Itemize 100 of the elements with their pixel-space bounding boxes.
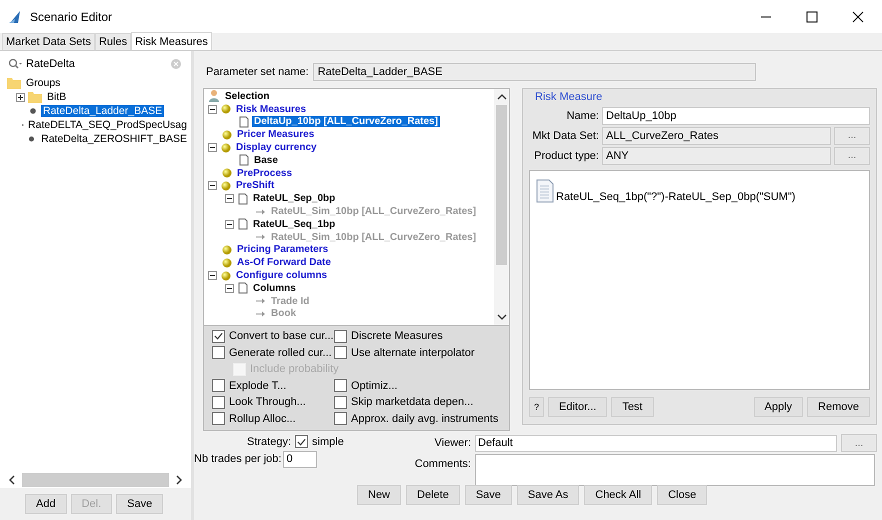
arrow-icon	[256, 233, 266, 242]
tree-item[interactable]: As-Of Forward Date	[235, 257, 333, 268]
tree-item[interactable]: Display currency	[234, 142, 319, 154]
tree-item[interactable]: Risk Measures	[234, 104, 308, 115]
option-checkbox[interactable]: Discrete Measures	[334, 330, 443, 343]
panel-button[interactable]: Test	[611, 397, 654, 417]
option-checkbox[interactable]: Optimiz...	[334, 379, 398, 392]
collapse-icon[interactable]	[208, 104, 217, 114]
collapse-icon[interactable]	[225, 194, 234, 204]
parameter-set-field[interactable]: RateDelta_Ladder_BASE	[312, 63, 756, 81]
option-checkbox[interactable]: Use alternate interpolator	[334, 346, 475, 360]
option-checkbox[interactable]: Convert to base cur...	[212, 330, 334, 343]
ball-icon	[221, 270, 231, 281]
option-checkbox[interactable]: Explode T...	[212, 379, 334, 392]
input-field[interactable]: ALL_CurveZero_Rates	[602, 126, 831, 144]
input-field[interactable]: DeltaUp_10bp	[602, 106, 870, 124]
document-icon	[238, 192, 248, 205]
panel-title: Risk Measure	[535, 91, 604, 103]
field-label: Product type:	[533, 150, 599, 162]
ball-icon	[221, 104, 231, 114]
window-title: Scenario Editor	[30, 10, 112, 24]
dialog-button[interactable]: Close	[657, 485, 708, 505]
field-label: Parameter set name:	[206, 66, 309, 78]
collapse-icon[interactable]	[225, 220, 234, 229]
scrollbar-thumb[interactable]	[22, 473, 169, 487]
scrollbar-thumb[interactable]	[496, 105, 507, 265]
option-checkbox[interactable]: Approx. daily avg. instruments	[334, 412, 498, 426]
ball-icon	[222, 130, 232, 140]
tree-item[interactable]: PreShift	[234, 180, 276, 192]
tab[interactable]: Risk Measures	[131, 32, 212, 50]
field-label: Comments:	[414, 458, 471, 472]
field-label: Name:	[566, 110, 599, 122]
dialog-button[interactable]: Check All	[584, 485, 652, 505]
tree-item[interactable]: Columns	[251, 282, 298, 294]
browse-button[interactable]: ...	[841, 434, 877, 452]
user-icon	[208, 89, 220, 104]
input-field[interactable]: Default	[475, 434, 837, 452]
option-checkbox[interactable]: Look Through...	[212, 396, 334, 409]
tree-item[interactable]: BitB	[45, 91, 68, 103]
collapse-icon[interactable]	[208, 271, 217, 280]
tree-item[interactable]: RateDELTA_SEQ_ProdSpecUsag	[26, 119, 189, 131]
input-field[interactable]: 0	[283, 450, 318, 468]
field-label: Viewer:	[434, 437, 471, 449]
panel-button[interactable]: ?	[529, 397, 544, 417]
scroll-down-icon[interactable]	[496, 313, 506, 321]
ball-icon	[222, 168, 232, 178]
dialog-button[interactable]: Save	[464, 485, 512, 505]
expand-icon[interactable]	[16, 92, 25, 102]
panel-button[interactable]: Remove	[807, 397, 870, 417]
tree-item[interactable]: RateUL_Seq_1bp	[251, 218, 338, 230]
tab[interactable]: Market Data Sets	[2, 33, 95, 50]
tree-item[interactable]: Configure columns	[234, 270, 330, 282]
tree-item[interactable]: Base	[252, 154, 280, 166]
formula-text: RateUL_Seq_1bp("?")-RateUL_Sep_0bp("SUM")	[556, 191, 796, 203]
field-label: Nb trades per job:	[194, 453, 282, 465]
panel-button[interactable]: Save	[116, 494, 164, 514]
check-icon	[213, 330, 224, 342]
panel-button[interactable]: Add	[25, 494, 67, 514]
field-label: Mkt Data Set:	[531, 130, 599, 142]
tab[interactable]: Rules	[94, 33, 132, 50]
tree-item[interactable]: Groups	[24, 77, 62, 89]
dialog-button[interactable]: New	[357, 485, 402, 505]
ball-icon	[222, 258, 232, 268]
option-checkbox[interactable]: Skip marketdata depen...	[334, 396, 474, 409]
tree-item[interactable]: RateDelta_ZEROSHIFT_BASE	[39, 133, 189, 145]
ball-icon	[221, 180, 231, 191]
option-checkbox[interactable]: Generate rolled cur...	[212, 346, 334, 360]
dialog-button[interactable]: Save As	[516, 485, 580, 505]
option-checkbox[interactable]: Rollup Alloc...	[212, 412, 334, 426]
strategy-checkbox[interactable]: simple	[295, 435, 344, 448]
formula-area[interactable]: RateUL_Seq_1bp("?")-RateUL_Sep_0bp("SUM")	[529, 170, 870, 390]
document-icon	[536, 179, 554, 203]
close-icon[interactable]	[852, 10, 864, 22]
tree-item[interactable]: DeltaUp_10bp [ALL_CurveZero_Rates]	[252, 116, 440, 128]
scroll-left-icon[interactable]	[8, 475, 16, 485]
collapse-icon[interactable]	[208, 143, 217, 152]
tree-item[interactable]: Pricer Measures	[235, 129, 316, 140]
collapse-icon[interactable]	[208, 181, 217, 190]
dialog-button[interactable]: Delete	[406, 485, 460, 505]
ball-icon	[221, 142, 231, 153]
tree-item[interactable]: Selection	[223, 90, 272, 102]
tree-item[interactable]: RateUL_Sep_0bp	[251, 193, 338, 204]
tree-item[interactable]: PreProcess	[235, 168, 294, 179]
panel-button[interactable]: Apply	[754, 397, 804, 417]
tree-item[interactable]: RateDelta_Ladder_BASE	[41, 105, 164, 117]
browse-button[interactable]: ...	[834, 126, 870, 144]
field-label: Strategy:	[247, 436, 292, 448]
collapse-icon[interactable]	[225, 284, 234, 293]
document-icon	[238, 282, 248, 294]
maximize-icon[interactable]	[806, 10, 818, 22]
document-icon	[238, 218, 248, 230]
panel-button[interactable]: Editor...	[548, 397, 608, 417]
comments-field[interactable]	[475, 454, 875, 486]
search-field[interactable]: RateDelta	[6, 56, 183, 72]
scroll-right-icon[interactable]	[175, 475, 183, 485]
browse-button[interactable]: ...	[834, 146, 870, 164]
scroll-up-icon[interactable]	[496, 93, 506, 101]
tree-item[interactable]: Pricing Parameters	[235, 244, 330, 256]
input-field[interactable]: ANY	[602, 146, 831, 164]
folder-icon	[27, 90, 43, 104]
